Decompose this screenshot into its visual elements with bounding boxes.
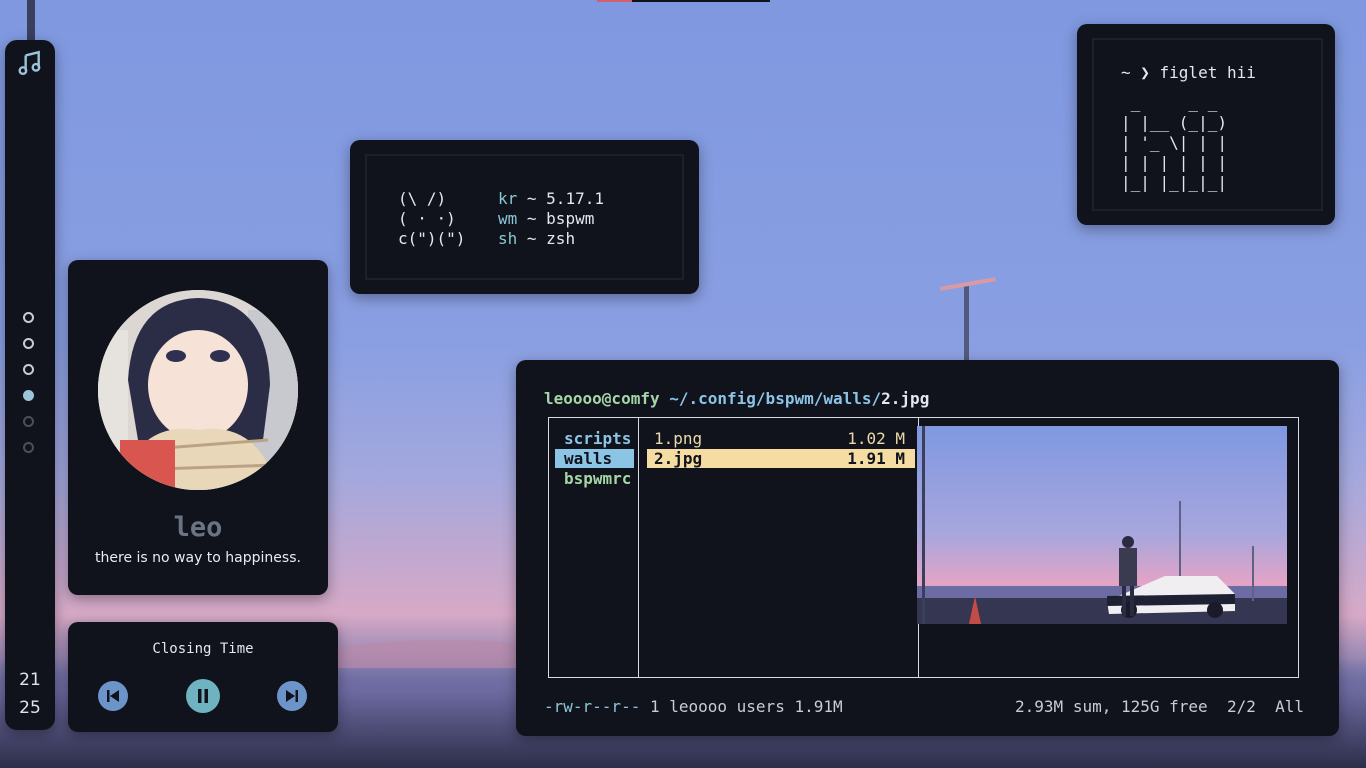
profile-name: leo [173, 512, 223, 543]
current-path: ~/.config/bspwm/walls/ [659, 389, 882, 408]
shell-key: sh [498, 229, 518, 248]
pause-icon [198, 689, 208, 703]
clock-hour: 21 [19, 670, 41, 690]
dir-walls[interactable]: walls [555, 449, 634, 468]
file-info-status: -rw-r--r-- 1 leoooo users 1.91M [544, 697, 843, 716]
figlet-terminal[interactable]: ~ ❯ figlet hii _ _ _ | |__ (_|_) | '_ \| … [1077, 24, 1335, 225]
shell-prompt: ~ ❯ figlet hii [1121, 63, 1256, 82]
file-row[interactable]: 1.png 1.02 M [647, 429, 915, 448]
wm-key: wm [498, 209, 518, 228]
dir-scripts[interactable]: scripts [555, 429, 634, 448]
next-button[interactable] [277, 681, 307, 711]
file-bspwmrc[interactable]: bspwmrc [555, 469, 634, 488]
workspace-3[interactable] [23, 364, 34, 375]
kernel-value: 5.17.1 [546, 189, 604, 208]
skip-previous-icon [107, 690, 119, 702]
shell-value: zsh [546, 229, 576, 248]
image-preview [917, 426, 1287, 624]
previous-button[interactable] [98, 681, 128, 711]
profile-quote: there is no way to happiness. [95, 550, 301, 566]
system-info: kr ~ 5.17.1 wm ~ bspwm sh ~ zsh [498, 189, 604, 248]
profile-card: leo there is no way to happiness. [68, 260, 328, 595]
ranger-columns: scripts walls bspwmrc 1.png 1.02 M 2.jpg 1… [548, 417, 1299, 678]
music-icon[interactable] [17, 50, 43, 76]
sidebar: 21 25 [5, 40, 55, 730]
wallpaper-pole [964, 285, 969, 365]
wm-value: bspwm [546, 209, 595, 228]
kernel-key: kr [498, 189, 518, 208]
ranger-file-manager[interactable]: leoooo@comfy ~/.config/bspwm/walls/2.jpg… [516, 360, 1339, 736]
bunny-ascii-art: (\ /)( · ·) c(")(") [398, 189, 466, 248]
workspace-5[interactable] [23, 416, 34, 427]
fetch-terminal[interactable]: (\ /)( · ·) c(")(") kr ~ 5.17.1 wm ~ bspwm… [350, 140, 699, 294]
user-host: leoooo@comfy [544, 389, 660, 408]
file-row-selected[interactable]: 2.jpg 1.91 M [647, 449, 915, 468]
music-player: Closing Time [68, 622, 338, 732]
workspace-6[interactable] [23, 442, 34, 453]
workspace-2[interactable] [23, 338, 34, 349]
song-title: Closing Time [152, 641, 254, 657]
column-divider [638, 418, 639, 677]
figlet-ascii-art: _ _ _ | |__ (_|_) | '_ \| | | | | | | | | |… [1121, 93, 1227, 192]
wallpaper-pole-left [27, 0, 35, 42]
skip-next-icon [286, 690, 298, 702]
top-bar-indicator [597, 0, 770, 2]
pause-button[interactable] [186, 679, 220, 713]
file-permissions: -rw-r--r-- [544, 697, 641, 716]
current-file: 2.jpg [881, 389, 930, 408]
workspace-1[interactable] [23, 312, 34, 323]
summary-status: 2.93M sum, 125G free 2/2 All [1015, 697, 1304, 716]
clock-minute: 25 [19, 698, 41, 718]
avatar [98, 290, 298, 490]
workspace-4[interactable] [23, 390, 34, 401]
ranger-path-header: leoooo@comfy ~/.config/bspwm/walls/2.jpg [544, 389, 929, 408]
